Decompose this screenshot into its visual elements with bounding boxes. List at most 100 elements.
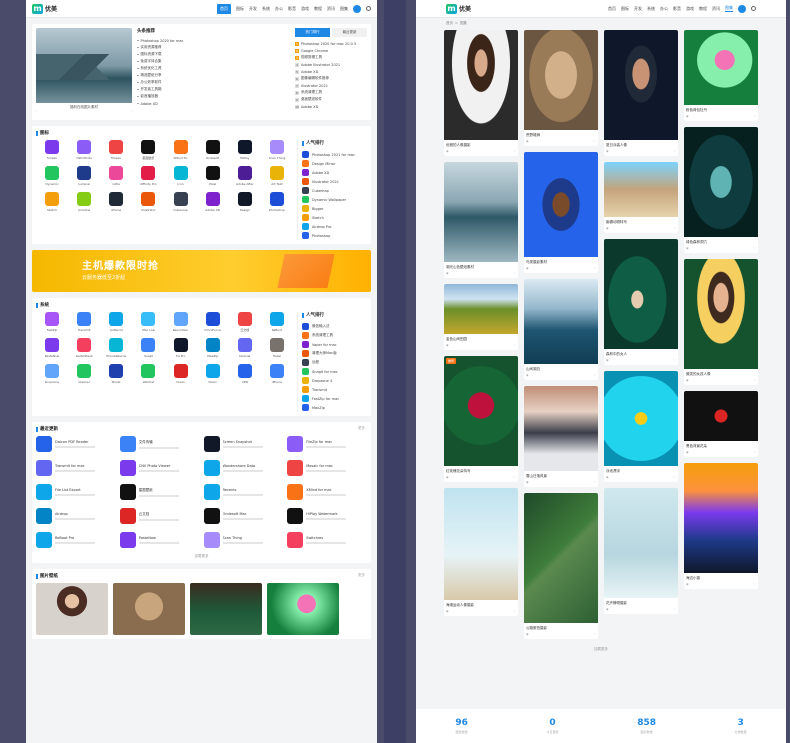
recent-item[interactable]: XMind for mac [287,484,367,500]
app-tile[interactable]: Adobe After [229,166,261,186]
gallery-title[interactable]: 金色山间田园 [444,334,518,343]
app-tile[interactable]: Clean [165,364,197,384]
gallery-image[interactable] [604,488,678,598]
gallery-card[interactable]: 荒野雄狮 ◉ ♡ [524,30,598,146]
promo-banner[interactable]: 主机爆款限时抢 云服务器低至2折起 [32,250,371,292]
app-tile[interactable]: Gifox [100,166,132,186]
app-tile[interactable]: XMind for [165,140,197,160]
ranking-item[interactable]: 远程 [302,358,367,367]
recent-item[interactable]: File List Export [36,484,116,500]
rank-item[interactable]: 10 Adobe XD [295,103,367,110]
ranking-item[interactable]: FastZip for mac [302,394,367,403]
gallery-card[interactable]: 推荐 红玫瑰花朵特写 ◉ ♡ [444,356,518,482]
gallery-title[interactable]: 海滩运动人像摄影 [444,600,518,609]
app-tile[interactable]: Cleaner [68,364,100,384]
rank-item[interactable]: 4 Adobe Illustrator 2021 [295,61,367,68]
rank-item[interactable]: 7 Illustrator 2021 [295,82,367,89]
headline-item[interactable]: 免费字体合集 [137,58,290,65]
gallery-title[interactable]: 泳池漂浮 [604,466,678,475]
search-icon[interactable] [751,6,756,11]
recent-item[interactable]: Recents [203,484,284,500]
gallery-image[interactable] [524,386,598,471]
app-tile[interactable]: Mac Lab [132,312,164,332]
site-logo[interactable]: m 优美 [446,3,471,14]
rank-tab[interactable]: 最近更新 [332,28,367,37]
recent-item[interactable]: Screen Snapshot [203,436,284,452]
nav-item[interactable]: 首页 [217,3,231,14]
gallery-card[interactable]: 泳池漂浮 ◉ ♡ [604,371,678,482]
app-tile[interactable]: OWI Photo [68,140,100,160]
gallery-title[interactable]: 黑色背景花朵 [684,441,758,450]
gallery-card[interactable]: 森林中的女人 ◉ ♡ [604,239,678,365]
nav-item[interactable]: 资讯 [327,6,335,12]
gallery-image[interactable] [444,488,518,600]
rank-item[interactable]: 9 桌面壁纸软件 [295,96,367,103]
headline-item[interactable]: 实用资源推荐 [137,44,290,51]
gallery-card[interactable]: 花卉静物摄影 ◉ ♡ [604,488,678,614]
rank-item[interactable]: 8 系统清理工具 [295,89,367,96]
gallery-title[interactable]: 夏日泳装人像 [604,140,678,149]
nav-item[interactable]: 图标 [621,6,629,12]
gallery-title[interactable]: 湖光山色壁纸素材 [444,262,518,271]
rank-item[interactable]: 2 Google Chrome [295,47,367,54]
nav-item[interactable]: 系统 [647,6,655,12]
recent-item[interactable]: 星图壁纸 [119,484,200,500]
load-more-button[interactable]: 加载更多 [416,647,786,652]
gallery-card[interactable]: 鸟类摄影素材 ◉ ♡ [524,152,598,273]
gallery-image[interactable] [444,30,518,140]
rank-item[interactable]: 3 视频剪辑工具 [295,54,367,61]
recent-item[interactable]: Ondesoft Mac [203,508,284,524]
app-tile[interactable]: Icon [165,166,197,186]
rank-item[interactable]: 5 Adobe XD [295,68,367,75]
gallery-card[interactable]: 金色山间田园 ◉ ♡ [444,284,518,350]
recent-item[interactable]: PasteNow [119,532,200,548]
gallery-title[interactable]: 荒野雄狮 [524,130,598,139]
app-tile[interactable]: Luminar [68,166,100,186]
gallery-image[interactable] [684,463,758,573]
app-tile[interactable]: Boost [100,364,132,384]
nav-item[interactable]: 游戏 [686,6,694,12]
nav-item[interactable]: 首页 [608,6,616,12]
gallery-title[interactable]: 粉色荷包牡丹 [684,105,758,114]
headline-item[interactable]: Adobe XD [137,100,290,107]
app-tile[interactable]: Design [229,192,261,212]
photo-thumb[interactable] [36,583,108,635]
gallery-image[interactable] [524,493,598,623]
ranking-item[interactable]: Transmit [302,385,367,394]
ranking-item[interactable]: Dynamic Wallpaper [302,195,367,204]
hero-slide-image[interactable]: 福利在线图片素材 [36,28,132,112]
headline-item[interactable]: 精选壁纸分享 [137,72,290,79]
app-tile[interactable]: 云文档 [229,312,261,332]
ranking-item[interactable]: 系统清理工具 [302,331,367,340]
app-tile[interactable]: Cubemap [165,192,197,212]
more-link[interactable]: 更多 [358,573,365,578]
app-tile[interactable]: Resolution [165,312,197,332]
app-tile[interactable]: FastZip [36,312,68,332]
nav-item[interactable]: 办公 [275,6,283,12]
gallery-card[interactable]: 海边小镇 ◉ ♡ [684,463,758,589]
ranking-item[interactable]: Illustrator 2021 [302,177,367,186]
app-tile[interactable]: PhoneRescue [100,338,132,358]
recent-item[interactable]: Transmit for mac [36,460,116,476]
nav-item[interactable]: 教程 [314,6,322,12]
app-tile[interactable]: WeChat [132,364,164,384]
nav-item[interactable]: 资讯 [712,6,720,12]
gallery-image[interactable]: 推荐 [444,356,518,466]
app-tile[interactable]: iPhone [100,192,132,212]
app-tile[interactable]: 星图壁纸 [132,140,164,160]
app-tile[interactable]: Mosaic [100,140,132,160]
gallery-image[interactable] [604,371,678,466]
rank-item[interactable]: 1 Photoshop 2020 for mac 20.0.5 [295,40,367,47]
app-tile[interactable]: TG Pro [165,338,197,358]
breadcrumb-item[interactable]: 图集 [460,21,467,26]
headline-item[interactable]: 图标资源下载 [137,51,290,58]
app-tile[interactable]: VPN [229,364,261,384]
gallery-title[interactable]: 雪山日落风景 [524,471,598,480]
ranking-item[interactable]: MaxZip [302,403,367,412]
rank-tab[interactable]: 热门排行 [295,28,330,37]
headline-item[interactable]: 影音播放器 [137,93,290,100]
gallery-title[interactable]: 鸟类摄影素材 [524,257,598,266]
ranking-item[interactable]: Vaper for mac [302,340,367,349]
headline-item[interactable]: 开发者工具箱 [137,86,290,93]
gallery-card[interactable]: 优雅的人像摄影 ◉ ♡ [444,30,518,156]
